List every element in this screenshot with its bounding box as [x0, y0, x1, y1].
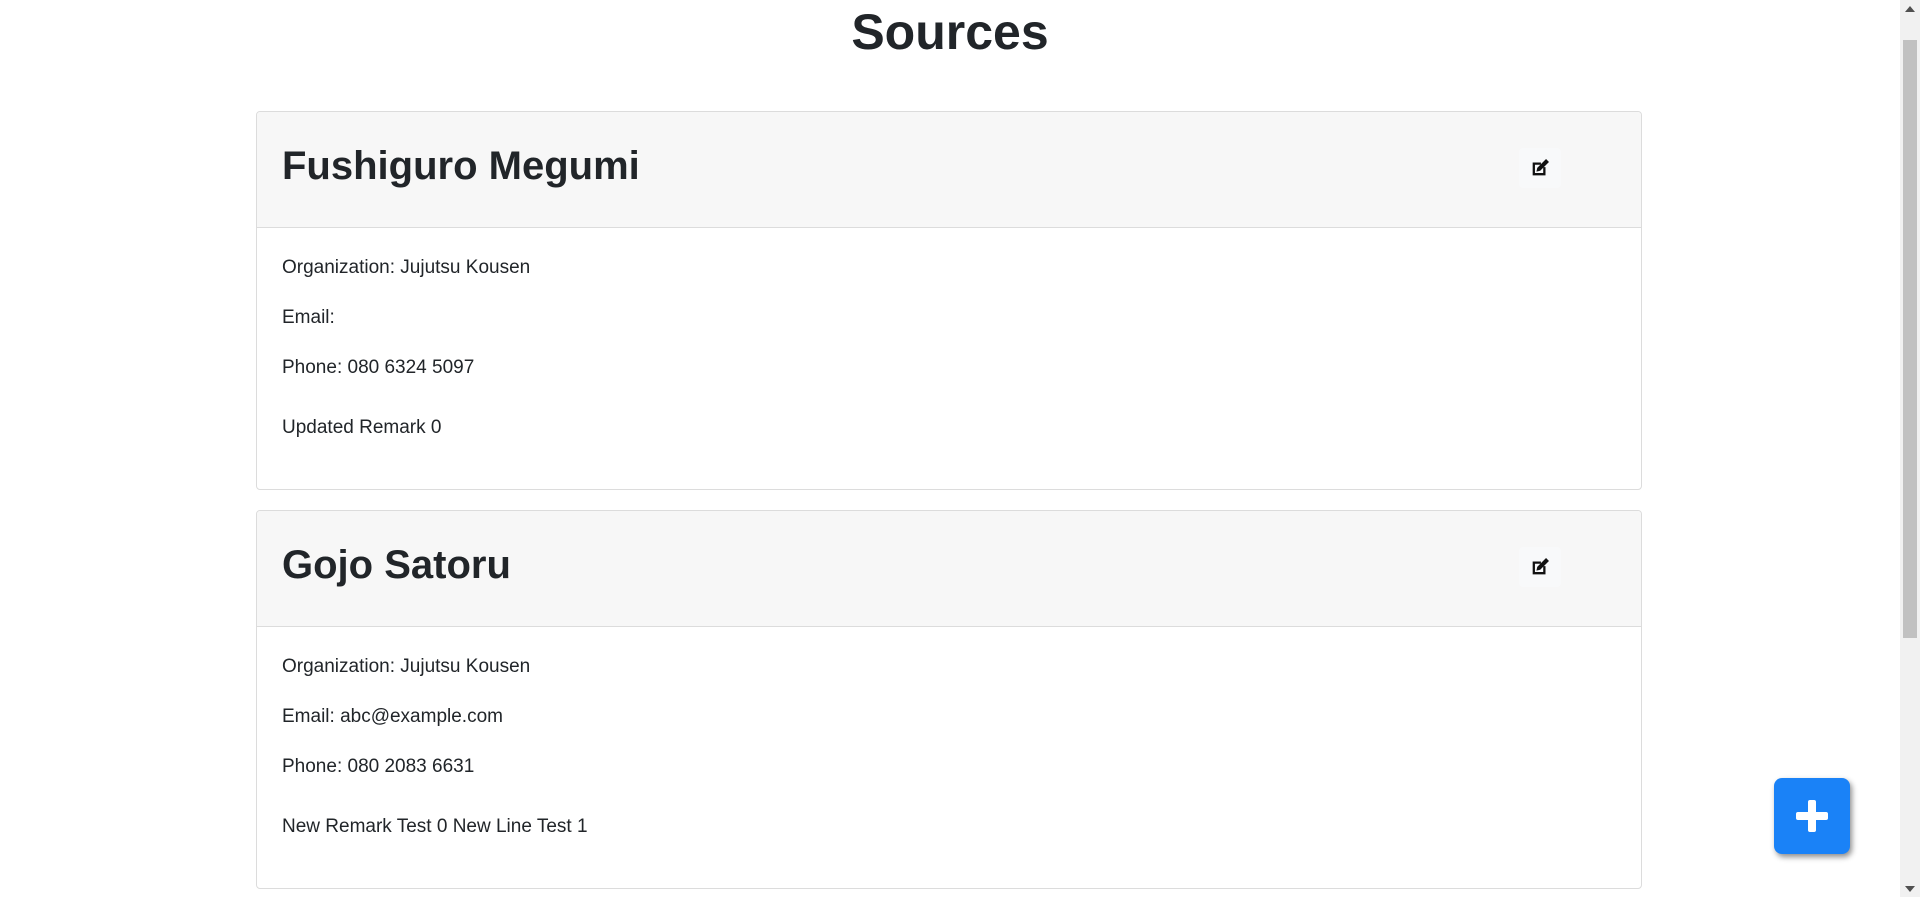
edit-icon [1532, 159, 1549, 176]
scroll-down-arrow-icon[interactable] [1900, 880, 1920, 897]
page-title: Sources [851, 4, 1049, 60]
phone-text: Phone: 080 2083 6631 [282, 756, 475, 777]
remark-text: Updated Remark 0 [282, 417, 442, 438]
plus-icon [1796, 800, 1828, 832]
card-header: Gojo Satoru [257, 511, 1641, 627]
scroll-up-arrow-icon[interactable] [1900, 0, 1920, 17]
remark-text: New Remark Test 0 New Line Test 1 [282, 816, 588, 837]
vertical-scrollbar[interactable] [1900, 0, 1920, 897]
organization-text: Organization: Jujutsu Kousen [282, 257, 531, 278]
email-text: Email: [282, 307, 335, 328]
email-text: Email: abc@example.com [282, 706, 503, 727]
edit-button[interactable] [1519, 547, 1561, 587]
scrollbar-thumb[interactable] [1903, 40, 1917, 638]
add-source-button[interactable] [1774, 778, 1850, 854]
source-name: Gojo Satoru [282, 543, 511, 587]
source-name: Fushiguro Megumi [282, 144, 640, 188]
card-header: Fushiguro Megumi [257, 112, 1641, 228]
organization-text: Organization: Jujutsu Kousen [282, 656, 531, 677]
edit-icon [1532, 558, 1549, 575]
sources-page: Sources Fushiguro Megumi Organization: J… [0, 0, 1900, 897]
phone-text: Phone: 080 6324 5097 [282, 357, 475, 378]
edit-button[interactable] [1519, 148, 1561, 188]
source-card: Gojo Satoru Organization: Jujutsu Kousen… [256, 510, 1642, 889]
source-card: Fushiguro Megumi Organization: Jujutsu K… [256, 111, 1642, 490]
